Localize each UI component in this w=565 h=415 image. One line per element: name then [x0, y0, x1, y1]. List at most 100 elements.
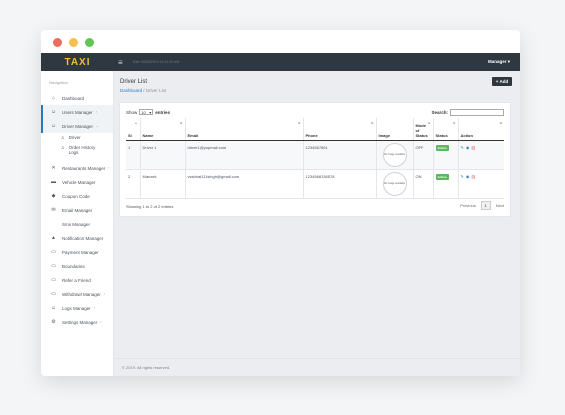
user-menu-button[interactable]: Manager ▾: [488, 59, 510, 65]
sidebar-item-restaurants-manager[interactable]: ✕ Restaurants Manager ›: [41, 161, 113, 175]
edit-icon[interactable]: ✎: [461, 174, 464, 179]
maximize-window-button[interactable]: [85, 37, 94, 47]
cell-phone: 1234567891: [302, 140, 376, 170]
minimize-window-button[interactable]: [69, 37, 78, 47]
entries-select[interactable]: 10 ▾: [139, 109, 154, 115]
search-label: Search:: [431, 110, 448, 115]
driver-icon: ♙: [61, 145, 65, 150]
sidebar-item-label: Users Manager: [62, 109, 93, 115]
breadcrumb-dashboard-link[interactable]: Dashboard: [120, 88, 142, 93]
chevron-right-icon: ›: [93, 306, 95, 310]
delete-icon[interactable]: ▥: [471, 145, 475, 150]
chevron-down-icon: ▾: [149, 109, 152, 115]
sidebar-item-label: Order History Logs: [68, 145, 96, 155]
sidebar-item-label: Vehicle Manager: [62, 179, 96, 185]
sidebar-item-sms-manager[interactable]: Sms Manager: [41, 217, 113, 231]
admin-app: TAXI ≡ Date 05/06/2019 10:44:25 AM Manag…: [41, 53, 520, 376]
sort-icon: ⇅: [179, 121, 183, 125]
sidebar-item-label: Dashboard: [62, 95, 85, 101]
sidebar-item-label: Settings Manager: [62, 319, 98, 325]
sidebar: Navigation ⌂ Dashboard ☺ Users Manager ›…: [41, 71, 114, 376]
cell-status: Active: [432, 140, 458, 170]
chevron-right-icon: ›: [108, 166, 110, 170]
column-header-status[interactable]: Status ⇅: [432, 118, 458, 141]
cell-sl: 1: [126, 140, 140, 170]
sidebar-item-refer-a-friend[interactable]: ▭ Refer a Friend: [41, 273, 113, 287]
column-header-mode-of-status[interactable]: Mode of Status ⇅: [412, 118, 433, 141]
breadcrumb: Dashboard / Driver List: [120, 88, 166, 93]
pagination-next[interactable]: Next: [496, 203, 504, 208]
sidebar-item-label: Payment Manager: [62, 249, 99, 255]
cell-status: Active: [432, 169, 458, 199]
status-badge[interactable]: Active: [435, 173, 449, 180]
chevron-right-icon: ›: [100, 320, 102, 324]
cell-mode: OFF: [412, 140, 433, 170]
hamburger-icon[interactable]: ≡: [118, 58, 123, 67]
table-header-row: Sl ▲ Name ⇅ Email ⇅ Phone ⇅ Image Mode of St…: [126, 118, 504, 141]
cell-actions: ✎ ◉ ▥: [457, 140, 504, 170]
edit-icon[interactable]: ✎: [461, 145, 464, 150]
sidebar-item-email-manager[interactable]: ✉ Email Manager: [41, 203, 113, 217]
sidebar-item-settings-manager[interactable]: ⚙ Settings Manager ›: [41, 315, 113, 329]
bell-icon: ▲: [51, 235, 56, 241]
pagination: Previous 1 Next: [460, 201, 504, 210]
card-icon: ▭: [51, 263, 56, 269]
cell-actions: ✎ ◉ ▥: [457, 169, 504, 199]
top-navbar: TAXI ≡ Date 05/06/2019 10:44:25 AM Manag…: [41, 53, 520, 71]
delete-icon[interactable]: ▥: [471, 174, 475, 179]
sidebar-item-label: Sms Manager: [62, 221, 91, 227]
car-icon: ▬: [51, 179, 56, 185]
sidebar-item-vehicle-manager[interactable]: ▬ Vehicle Manager: [41, 175, 113, 189]
sidebar-item-users-manager[interactable]: ☺ Users Manager ›: [41, 105, 113, 119]
entries-length-control: Show 10 ▾ entries: [126, 109, 170, 115]
sidebar-item-label: Boundaries: [62, 263, 85, 269]
user-icon: ☺: [50, 305, 57, 311]
table-info: Showing 1 to 2 of 2 entries: [126, 204, 174, 209]
column-header-sl[interactable]: Sl ▲: [126, 118, 140, 141]
sidebar-item-label: Email Manager: [62, 207, 93, 213]
brand-logo[interactable]: TAXI: [41, 53, 114, 71]
column-header-name[interactable]: Name ⇅: [139, 118, 185, 141]
sidebar-item-label: Driver: [68, 135, 81, 140]
sidebar-item-withdrawl-manager[interactable]: ▭ Withdrawl Manager ›: [41, 287, 113, 301]
sidebar-item-dashboard[interactable]: ⌂ Dashboard: [41, 91, 113, 105]
sidebar-item-label: Coupon Code: [62, 193, 90, 199]
column-header-action[interactable]: Action ⇅: [457, 118, 504, 141]
length-suffix: entries: [155, 109, 171, 115]
sidebar-subitem-driver[interactable]: ♙ Driver: [41, 133, 113, 145]
table-row: 1 Driver 1 driver1@yopmail.com 123456789…: [126, 140, 504, 170]
view-icon[interactable]: ◉: [466, 145, 470, 150]
driver-image-placeholder: No image available: [382, 142, 407, 167]
sidebar-item-coupon-code[interactable]: ◆ Coupon Code: [41, 189, 113, 203]
status-badge[interactable]: Active: [435, 144, 449, 151]
page-title: Driver List: [120, 79, 148, 85]
close-window-button[interactable]: [53, 37, 62, 47]
card-icon: ▭: [51, 291, 56, 297]
view-icon[interactable]: ◉: [466, 174, 470, 179]
sidebar-subitem-order-history[interactable]: ♙ Order History Logs: [41, 145, 113, 161]
cell-name: Manzek: [139, 169, 185, 199]
window-titlebar: [41, 30, 520, 54]
sort-icon: ⇅: [452, 121, 456, 125]
sort-icon: ⇅: [499, 121, 502, 125]
driver-table: Sl ▲ Name ⇅ Email ⇅ Phone ⇅ Image Mode of St…: [126, 118, 504, 199]
sidebar-item-notification-manager[interactable]: ▲ Notification Manager: [41, 231, 113, 245]
search-input[interactable]: [450, 109, 504, 116]
column-header-email[interactable]: Email ⇅: [184, 118, 303, 141]
pagination-previous[interactable]: Previous: [460, 203, 476, 208]
sort-icon: ⇅: [370, 121, 374, 125]
cell-image: No image available: [375, 169, 413, 199]
pagination-page-1[interactable]: 1: [480, 201, 491, 210]
sidebar-item-payment-manager[interactable]: ▭ Payment Manager: [41, 245, 113, 259]
column-header-phone[interactable]: Phone ⇅: [302, 118, 376, 141]
add-driver-button[interactable]: + Add: [492, 77, 512, 86]
gear-icon: ⚙: [51, 319, 56, 325]
entries-select-value: 10: [141, 109, 146, 115]
driver-icon: ♙: [61, 135, 65, 140]
breadcrumb-separator: /: [143, 88, 145, 93]
sidebar-item-boundaries[interactable]: ▭ Boundaries: [41, 259, 113, 273]
sidebar-item-logs-manager[interactable]: ☺ Logs Manager ›: [41, 301, 113, 315]
driver-image-placeholder: No image available: [382, 171, 407, 196]
utensils-icon: ✕: [51, 165, 56, 171]
sidebar-item-driver-manager[interactable]: ☺ Driver Manager ⌄: [41, 119, 113, 133]
